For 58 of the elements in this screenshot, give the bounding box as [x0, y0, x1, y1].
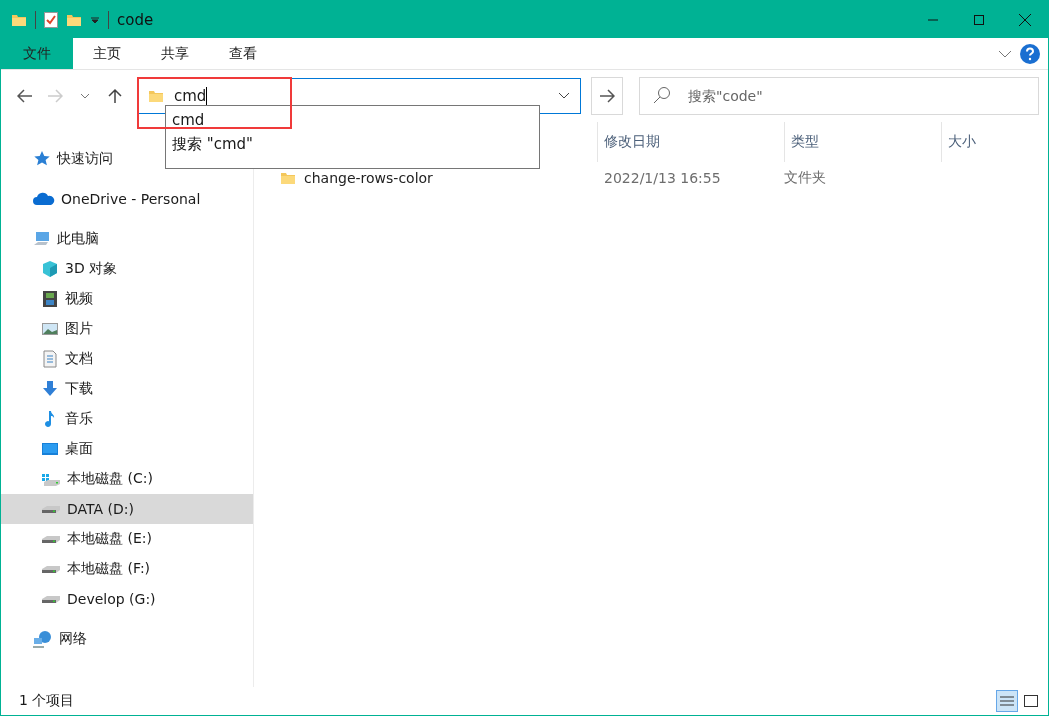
search-field[interactable]: 搜索"code" — [639, 77, 1039, 115]
right-arrow-icon — [599, 89, 615, 103]
minimize-icon — [928, 18, 938, 21]
sidebar-item[interactable]: Develop (G:) — [1, 584, 253, 614]
column-header[interactable]: 大小 — [941, 122, 1048, 162]
drive-icon — [41, 594, 61, 604]
help-icon[interactable] — [1020, 43, 1040, 64]
column-header[interactable]: 修改日期 — [597, 122, 784, 162]
sidebar-item[interactable]: 视频 — [1, 284, 253, 314]
film-icon — [41, 290, 59, 308]
ribbon-tab[interactable]: 查看 — [209, 38, 277, 69]
item-count: 1 个项目 — [19, 692, 75, 710]
folder-icon — [148, 88, 164, 104]
document-icon — [41, 350, 59, 368]
up-arrow-icon — [108, 88, 122, 104]
sidebar-item[interactable]: 此电脑 — [1, 224, 253, 254]
sidebar-item[interactable]: 桌面 — [1, 434, 253, 464]
forward-arrow-icon — [47, 89, 63, 103]
column-header[interactable]: 类型 — [784, 122, 941, 162]
maximize-icon — [974, 14, 984, 25]
drive-icon — [41, 564, 61, 574]
sidebar-item[interactable]: 音乐 — [1, 404, 253, 434]
drive-icon — [41, 534, 61, 544]
sidebar-item[interactable]: 本地磁盘 (E:) — [1, 524, 253, 554]
list-icon — [1000, 695, 1014, 707]
go-button[interactable] — [591, 77, 623, 115]
ribbon-tab[interactable]: 主页 — [73, 38, 141, 69]
sidebar-item[interactable]: 网络 — [1, 624, 253, 654]
chevron-down-icon — [80, 92, 90, 100]
close-icon — [1019, 13, 1031, 26]
drive-icon — [41, 504, 61, 514]
sidebar-item[interactable]: 本地磁盘 (C:) — [1, 464, 253, 494]
tiles-icon — [1024, 695, 1038, 707]
sidebar-item[interactable]: 文档 — [1, 344, 253, 374]
sidebar-item[interactable]: 下载 — [1, 374, 253, 404]
folder-icon — [280, 170, 296, 186]
sidebar-item[interactable]: 图片 — [1, 314, 253, 344]
dropdown-icon[interactable] — [90, 14, 100, 25]
suggestion-item[interactable]: 搜索 "cmd" — [166, 132, 539, 156]
chevron-down-icon[interactable] — [998, 48, 1012, 59]
sidebar-item[interactable]: DATA (D:) — [1, 494, 253, 524]
ribbon-tab[interactable]: 共享 — [141, 38, 209, 69]
chevron-down-icon[interactable] — [558, 92, 570, 100]
back-arrow-icon — [17, 89, 33, 103]
sidebar-item[interactable]: 本地磁盘 (F:) — [1, 554, 253, 584]
desktop-icon — [41, 440, 59, 458]
cloud-icon — [33, 190, 55, 208]
window-title: code — [117, 10, 154, 29]
properties-icon[interactable] — [44, 11, 58, 28]
computer-icon — [33, 230, 51, 248]
download-icon — [41, 380, 59, 398]
star-icon — [33, 150, 51, 168]
file-row[interactable]: change-rows-color 2022/1/13 16:55 文件夹 — [254, 162, 1048, 194]
image-icon — [41, 320, 59, 338]
network-icon — [33, 630, 53, 648]
cube-icon — [41, 260, 59, 278]
sidebar-item[interactable]: 3D 对象 — [1, 254, 253, 284]
sidebar-item[interactable]: OneDrive - Personal — [1, 184, 253, 214]
